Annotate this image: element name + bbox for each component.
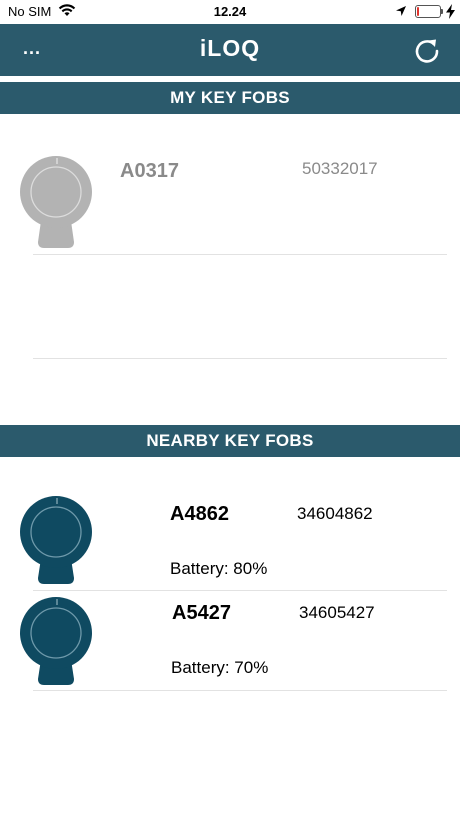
- key-fob-icon: [20, 496, 92, 584]
- my-key-fob-row[interactable]: A0317 50332017: [0, 114, 460, 344]
- clock: 12.24: [213, 4, 247, 19]
- fob-serial: 34605427: [299, 603, 375, 622]
- fob-serial: 34604862: [297, 504, 373, 523]
- location-arrow-icon: [396, 6, 406, 16]
- refresh-icon[interactable]: [412, 36, 442, 66]
- battery-level: [417, 7, 419, 16]
- nearby-key-fobs-header: NEARBY KEY FOBS: [0, 425, 460, 457]
- key-fob-icon: [20, 156, 92, 248]
- fob-serial: 50332017: [302, 159, 378, 178]
- my-key-fobs-header: MY KEY FOBS: [0, 82, 460, 114]
- fob-name: A4862: [170, 503, 229, 525]
- fob-name: A5427: [172, 602, 231, 624]
- iloq-logo: iLOQ: [199, 35, 261, 61]
- fob-battery: Battery: 80%: [170, 559, 268, 578]
- app-bar: ... iLOQ: [0, 24, 460, 76]
- nearby-key-fob-row[interactable]: A5427 34605427 Battery: 70%: [0, 591, 460, 691]
- divider: [33, 690, 447, 691]
- divider: [33, 358, 447, 359]
- status-bar: No SIM 12.24: [0, 0, 460, 24]
- key-fob-icon: [20, 597, 92, 685]
- nearby-key-fob-row[interactable]: A4862 34604862 Battery: 80%: [0, 460, 460, 590]
- fob-battery: Battery: 70%: [171, 658, 269, 677]
- fob-name: A0317: [120, 160, 179, 182]
- divider: [33, 254, 447, 255]
- charging-bolt-icon: [446, 4, 455, 19]
